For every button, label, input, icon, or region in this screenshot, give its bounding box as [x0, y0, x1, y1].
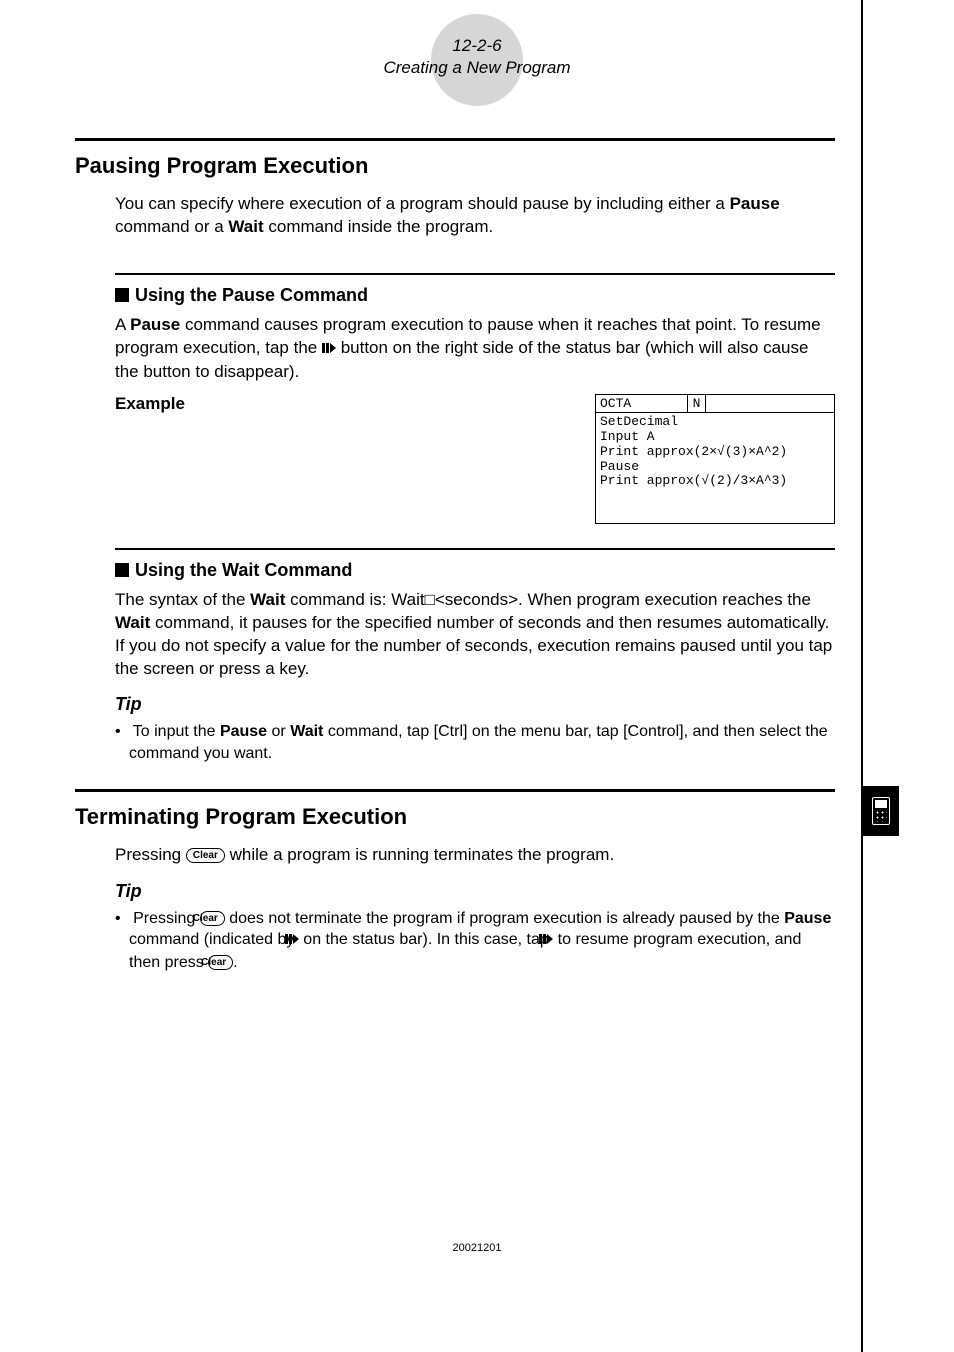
rule-sub-2	[115, 548, 835, 550]
clear-key-icon: Clear	[186, 848, 225, 863]
rule-sub-1	[115, 273, 835, 275]
rule-top-2	[75, 789, 835, 792]
screenshot-mode: N	[688, 395, 706, 412]
pausing-intro: You can specify where execution of a pro…	[115, 193, 835, 239]
text-bold-wait: Wait	[250, 590, 285, 609]
text-fragment: You can specify where execution of a pro…	[115, 194, 730, 213]
text-fragment: Pressing	[133, 910, 200, 927]
screenshot-title-rest	[706, 395, 834, 412]
subhead-wait-cmd: Using the Wait Command	[115, 560, 835, 581]
text-fragment: on the status bar). In this case, tap	[299, 931, 553, 948]
subhead-text: Using the Wait Command	[135, 560, 352, 580]
code-line: Print approx(√(2)/3×A^3)	[600, 473, 787, 488]
text-fragment: To input the	[133, 723, 220, 740]
text-fragment: A	[115, 315, 130, 334]
text-fragment: command is: Wait□<seconds>. When program…	[285, 590, 811, 609]
text-bold-pause: Pause	[220, 723, 267, 740]
text-bold-pause: Pause	[730, 194, 780, 213]
pause-cmd-para: A Pause command causes program execution…	[115, 314, 835, 384]
text-fragment: command (indicated by	[129, 931, 299, 948]
footer-code: 20021201	[0, 1242, 954, 1254]
square-bullet-icon	[115, 563, 129, 577]
text-fragment: Pressing	[115, 845, 186, 864]
code-line: Print approx(2×√(3)×A^2)	[600, 444, 787, 459]
square-bullet-icon	[115, 288, 129, 302]
example-label: Example	[115, 394, 185, 414]
code-line: SetDecimal	[600, 414, 678, 429]
text-bold-pause: Pause	[784, 910, 831, 927]
page-right-rule	[861, 0, 863, 1352]
text-bold-wait: Wait	[228, 217, 263, 236]
text-fragment: command, it pauses for the specified num…	[115, 613, 832, 678]
terminating-para: Pressing Clear while a program is runnin…	[115, 844, 835, 867]
text-fragment: command or a	[115, 217, 228, 236]
screenshot-titlebar: OCTA N	[596, 395, 834, 413]
heading-terminating: Terminating Program Execution	[75, 804, 835, 830]
text-fragment: while a program is running terminates th…	[225, 845, 614, 864]
wait-cmd-para: The syntax of the Wait command is: Wait□…	[115, 589, 835, 681]
text-fragment: or	[267, 723, 290, 740]
text-bold-wait: Wait	[115, 613, 150, 632]
page-header: 12-2-6 Creating a New Program	[0, 0, 954, 79]
text-bold-pause: Pause	[130, 315, 180, 334]
text-bold-wait: Wait	[290, 723, 323, 740]
code-line: Input A	[600, 429, 655, 444]
page-title: Creating a New Program	[0, 57, 954, 79]
side-tab[interactable]	[863, 786, 899, 836]
resume-icon	[322, 338, 336, 361]
subhead-text: Using the Pause Command	[135, 285, 368, 305]
subhead-pause-cmd: Using the Pause Command	[115, 285, 835, 306]
text-fragment: .	[233, 954, 237, 971]
code-line: Pause	[600, 459, 639, 474]
tip-label: Tip	[115, 694, 835, 715]
text-fragment: command inside the program.	[264, 217, 494, 236]
tip-item: To input the Pause or Wait command, tap …	[115, 721, 835, 764]
rule-top-1	[75, 138, 835, 141]
screenshot-code: SetDecimal Input A Print approx(2×√(3)×A…	[596, 413, 834, 523]
calculator-screenshot: OCTA N SetDecimal Input A Print approx(2…	[595, 394, 835, 524]
tip-label: Tip	[115, 881, 835, 902]
text-fragment: does not terminate the program if progra…	[225, 910, 784, 927]
tip-item: Pressing Clear does not terminate the pr…	[115, 908, 835, 974]
page-ref: 12-2-6	[0, 35, 954, 57]
screenshot-title: OCTA	[596, 395, 688, 412]
clear-key-icon: Clear	[200, 911, 225, 926]
clear-key-icon: Clear	[208, 955, 233, 970]
text-fragment: The syntax of the	[115, 590, 250, 609]
calculator-icon	[872, 797, 890, 825]
heading-pausing: Pausing Program Execution	[75, 153, 835, 179]
